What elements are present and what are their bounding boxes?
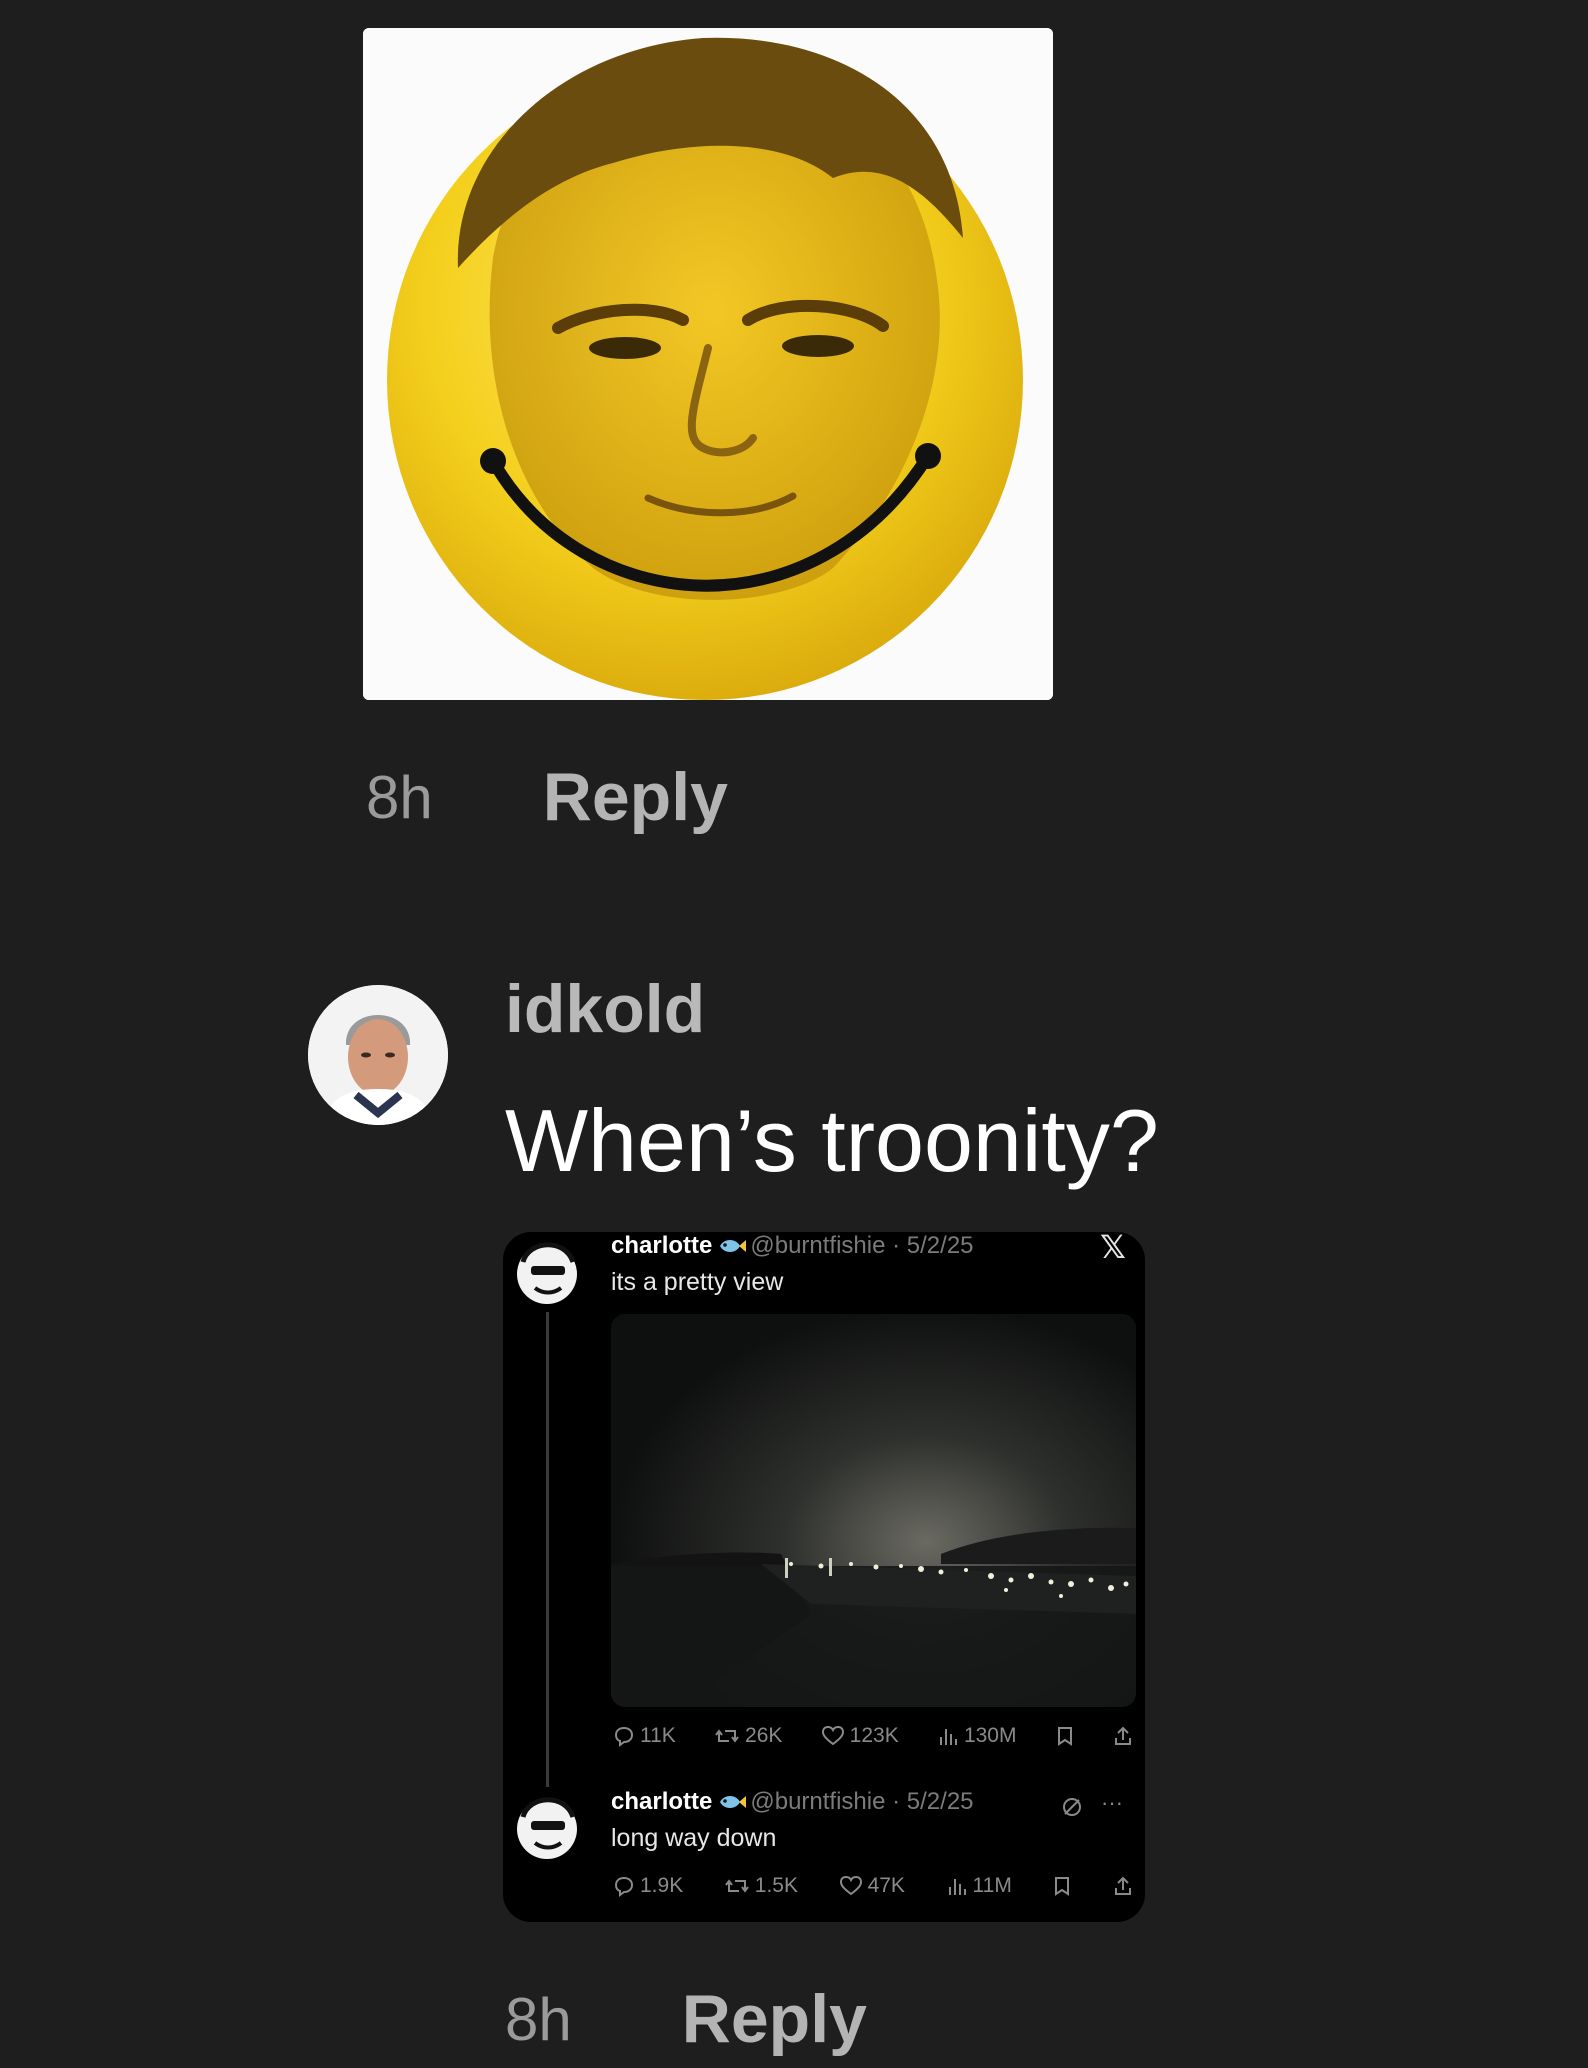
comment-timestamp: 8h xyxy=(505,1985,572,2053)
grok-icon[interactable] xyxy=(1060,1795,1084,1819)
reply-button[interactable]: Reply xyxy=(682,1980,867,2058)
thread-line xyxy=(546,1312,549,1787)
comment-text: When’s troonity? xyxy=(505,1091,1159,1190)
views-count: 11M xyxy=(972,1874,1012,1897)
more-dots-icon[interactable]: ··· xyxy=(1101,1790,1123,1816)
reply-stat[interactable]: 1.9K xyxy=(613,1874,683,1898)
heart-icon xyxy=(821,1725,844,1746)
tweet-author-name: charlotte xyxy=(611,1232,713,1259)
comment-timestamp: 8h xyxy=(366,763,433,831)
comment-meta: 8h Reply xyxy=(366,758,728,836)
repost-stat[interactable]: 1.5K xyxy=(724,1874,798,1898)
tweet-avatar xyxy=(517,1797,577,1859)
avatar[interactable] xyxy=(308,985,448,1125)
tweet-avatar xyxy=(517,1242,577,1304)
tweet-handle-date: @burntfishie · 5/2/25 xyxy=(750,1232,974,1259)
share-icon xyxy=(1114,1876,1131,1895)
repost-arrows-icon xyxy=(715,1729,739,1743)
share-stat[interactable] xyxy=(1113,1875,1133,1897)
repost-count: 26K xyxy=(745,1724,783,1747)
reply-count: 1.9K xyxy=(640,1874,684,1897)
speech-bubble-icon xyxy=(614,1876,634,1897)
like-stat[interactable]: 123K xyxy=(821,1724,899,1748)
tweet-stats: 1.9K 1.5K 47K 11M xyxy=(613,1874,1133,1898)
repost-count: 1.5K xyxy=(754,1874,798,1897)
bar-chart-icon xyxy=(948,1879,966,1895)
comment-username[interactable]: idkold xyxy=(505,970,705,1048)
x-logo-icon: 𝕏 xyxy=(1100,1232,1126,1265)
tweet-text: long way down xyxy=(611,1824,777,1852)
bookmark-stat[interactable] xyxy=(1055,1725,1075,1747)
comment-meta: 8h Reply xyxy=(505,1980,867,2058)
fish-emoji-icon xyxy=(720,1240,747,1252)
fish-emoji-icon xyxy=(720,1796,747,1808)
bookmark-icon xyxy=(1055,1877,1070,1896)
reply-stat[interactable]: 11K xyxy=(613,1724,676,1748)
tweet-text: its a pretty view xyxy=(611,1268,784,1296)
heart-icon xyxy=(839,1875,862,1896)
like-count: 47K xyxy=(867,1874,905,1897)
speech-bubble-icon xyxy=(614,1726,634,1747)
reply-button[interactable]: Reply xyxy=(543,758,728,836)
like-stat[interactable]: 47K xyxy=(839,1874,905,1898)
tweet-header: charlotte @burntfishie · 5/2/25 xyxy=(611,1232,974,1260)
repost-stat[interactable]: 26K xyxy=(714,1724,782,1748)
bookmark-stat[interactable] xyxy=(1052,1875,1072,1897)
bookmark-icon xyxy=(1057,1727,1072,1746)
repost-arrows-icon xyxy=(724,1879,749,1893)
bar-chart-icon xyxy=(939,1729,957,1745)
share-icon xyxy=(1114,1726,1131,1745)
like-count: 123K xyxy=(849,1724,899,1747)
tweet-header: charlotte @burntfishie · 5/2/25 xyxy=(611,1788,974,1816)
views-stat[interactable]: 130M xyxy=(937,1724,1017,1748)
views-stat[interactable]: 11M xyxy=(946,1874,1012,1898)
tweet-photo[interactable] xyxy=(611,1314,1136,1707)
tweet-author-name: charlotte xyxy=(611,1788,713,1815)
comment-image[interactable] xyxy=(363,28,1053,700)
tweet-stats: 11K 26K 123K 130M xyxy=(613,1724,1133,1748)
embedded-tweet-image[interactable]: charlotte @burntfishie · 5/2/25 𝕏 its a … xyxy=(503,1232,1145,1922)
reply-count: 11K xyxy=(640,1724,676,1747)
views-count: 130M xyxy=(963,1724,1017,1747)
tweet-handle-date: @burntfishie · 5/2/25 xyxy=(750,1788,974,1815)
share-stat[interactable] xyxy=(1113,1725,1133,1747)
